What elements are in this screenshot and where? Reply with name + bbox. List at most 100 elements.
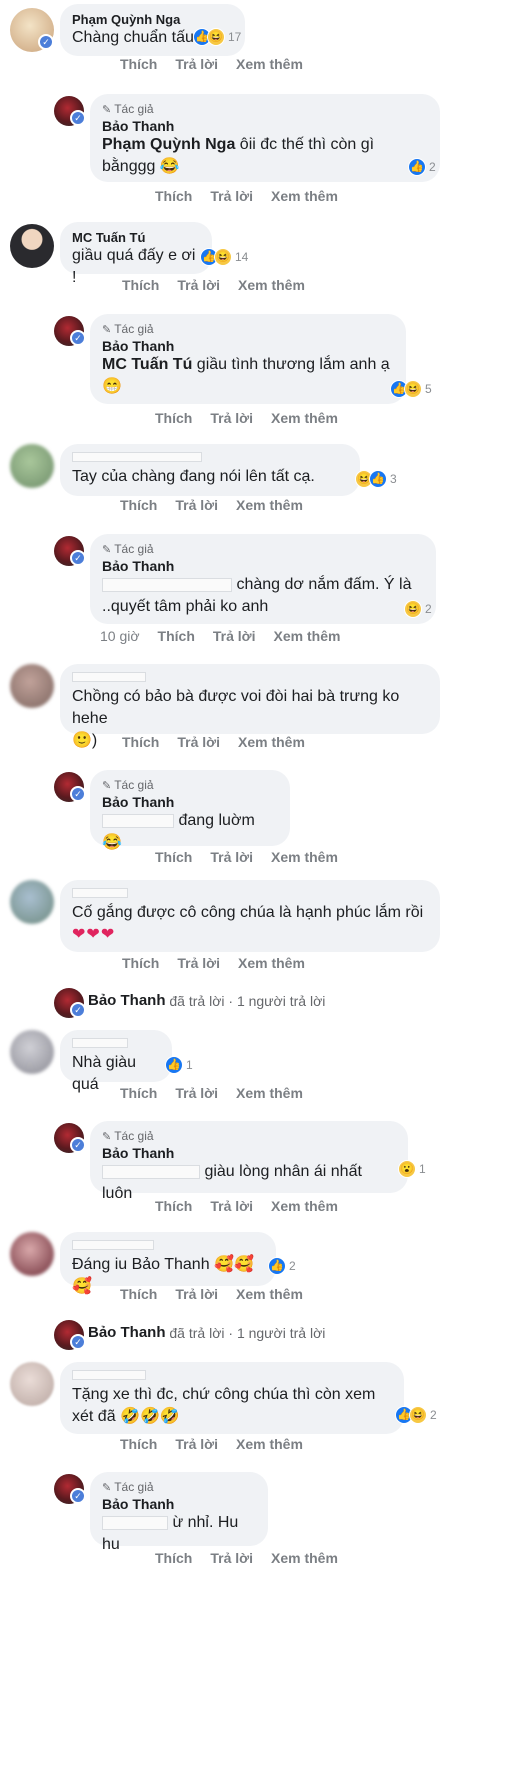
see-more-button[interactable]: Xem thêm (236, 56, 303, 72)
like-button[interactable]: Thích (120, 1436, 157, 1452)
see-more-button[interactable]: Xem thêm (271, 188, 338, 204)
see-more-button[interactable]: Xem thêm (271, 1550, 338, 1566)
reply-button[interactable]: Trả lời (175, 56, 218, 72)
comment-bubble: Cố gắng được cô công chúa là hạnh phúc l… (60, 880, 440, 952)
reaction-count: 2 (425, 602, 432, 616)
avatar[interactable] (10, 1362, 54, 1406)
see-more-button[interactable]: Xem thêm (236, 1286, 303, 1302)
comment-author[interactable]: Bảo Thanh (102, 1145, 396, 1161)
hearts-emoji-icon: ❤❤❤ (72, 926, 116, 943)
reaction-summary[interactable]: 😮 1 (398, 1160, 426, 1178)
comment-actions: Thích Trả lời Xem thêm (122, 955, 305, 971)
like-button[interactable]: Thích (120, 1286, 157, 1302)
reply-button[interactable]: Trả lời (175, 1085, 218, 1101)
reply-button[interactable]: Trả lời (213, 628, 256, 644)
avatar[interactable] (10, 1030, 54, 1074)
comment-bubble: Đáng iu Bảo Thanh 🥰🥰🥰 (60, 1232, 276, 1295)
comment-bubble: Chồng có bảo bà được voi đòi hai bà trưn… (60, 664, 440, 749)
comment-author[interactable]: MC Tuấn Tú (72, 230, 200, 245)
comment-author[interactable]: Bảo Thanh (102, 558, 424, 574)
reply-button[interactable]: Trả lời (210, 1198, 253, 1214)
author-label: ✎ Tác giả (102, 542, 154, 556)
like-button[interactable]: Thích (122, 734, 159, 750)
reaction-count: 17 (228, 30, 242, 44)
see-more-button[interactable]: Xem thêm (271, 1198, 338, 1214)
reaction-summary[interactable]: 👍 😆 2 (395, 1406, 437, 1424)
reply-button[interactable]: Trả lời (175, 1286, 218, 1302)
avatar[interactable] (10, 224, 54, 268)
reaction-summary[interactable]: 👍 1 (165, 1056, 193, 1074)
see-more-button[interactable]: Xem thêm (271, 410, 338, 426)
reaction-summary[interactable]: 👍 😆 14 (200, 248, 248, 266)
comment-bubble: Nhà giàu quá (60, 1030, 172, 1093)
reaction-count: 5 (425, 382, 432, 396)
comment-text: Tay của chàng đang nói lên tất cạ. (72, 468, 315, 485)
comment-actions: Thích Trả lời Xem thêm (155, 1198, 338, 1214)
see-more-button[interactable]: Xem thêm (238, 277, 305, 293)
comment-actions: Thích Trả lời Xem thêm (120, 1085, 303, 1101)
comment-author[interactable]: Bảo Thanh (88, 1324, 166, 1341)
timestamp[interactable]: 10 giờ (100, 628, 140, 644)
reply-button[interactable]: Trả lời (210, 410, 253, 426)
like-button[interactable]: Thích (120, 497, 157, 513)
reaction-count: 14 (235, 250, 249, 264)
reply-button[interactable]: Trả lời (210, 1550, 253, 1566)
comment-author[interactable]: Bảo Thanh (102, 118, 428, 134)
replies-summary[interactable]: Bảo Thanh đã trả lời · 1 người trả lời (88, 992, 325, 1009)
reaction-summary[interactable]: 👍 2 (268, 1257, 296, 1275)
reply-bubble: ✎ Tác giả Bảo Thanh đang luờm 😂 (90, 770, 290, 851)
like-button[interactable]: Thích (158, 628, 195, 644)
like-button[interactable]: Thích (120, 1085, 157, 1101)
reply-button[interactable]: Trả lời (175, 497, 218, 513)
see-more-button[interactable]: Xem thêm (274, 628, 341, 644)
reaction-summary[interactable]: 👍 😆 17 (193, 28, 241, 46)
haha-reaction-icon: 😆 (404, 380, 422, 398)
mention-tag[interactable]: MC Tuấn Tú (102, 356, 192, 373)
avatar[interactable] (10, 444, 54, 488)
see-more-button[interactable]: Xem thêm (236, 1436, 303, 1452)
reply-button[interactable]: Trả lời (177, 734, 220, 750)
see-more-button[interactable]: Xem thêm (236, 497, 303, 513)
like-button[interactable]: Thích (122, 955, 159, 971)
see-more-button[interactable]: Xem thêm (238, 955, 305, 971)
avatar[interactable] (10, 664, 54, 708)
comment-actions: Thích Trả lời Xem thêm (155, 410, 338, 426)
like-button[interactable]: Thích (155, 1550, 192, 1566)
see-more-button[interactable]: Xem thêm (238, 734, 305, 750)
like-button[interactable]: Thích (155, 849, 192, 865)
comment-actions: Thích Trả lời Xem thêm (122, 734, 305, 750)
hidden-text (102, 813, 174, 828)
reaction-summary[interactable]: 👍 😆 5 (390, 380, 432, 398)
grinning-emoji-icon: 😁 (102, 378, 122, 395)
verified-badge-icon: ✓ (70, 110, 86, 126)
like-button[interactable]: Thích (155, 1198, 192, 1214)
see-more-button[interactable]: Xem thêm (271, 849, 338, 865)
replies-summary[interactable]: Bảo Thanh đã trả lời · 1 người trả lời (88, 1324, 325, 1341)
like-button[interactable]: Thích (155, 410, 192, 426)
haha-reaction-icon: 😆 (207, 28, 225, 46)
comment-text: MC Tuấn Tú giầu tình thương lắm anh ạ 😁 (102, 356, 390, 395)
comment-author[interactable]: Bảo Thanh (102, 794, 278, 810)
like-button[interactable]: Thích (120, 56, 157, 72)
comment-actions: Thích Trả lời Xem thêm (120, 56, 303, 72)
reply-button[interactable]: Trả lời (175, 1436, 218, 1452)
comment-author[interactable]: Bảo Thanh (102, 1496, 256, 1512)
reaction-summary[interactable]: 😆 2 (404, 600, 432, 618)
comment-author[interactable]: Bảo Thanh (102, 338, 394, 354)
reply-button[interactable]: Trả lời (177, 277, 220, 293)
reply-button[interactable]: Trả lời (210, 188, 253, 204)
reaction-summary[interactable]: 😆 👍 3 (355, 470, 397, 488)
like-button[interactable]: Thích (122, 277, 159, 293)
verified-badge-icon: ✓ (70, 786, 86, 802)
comment-author[interactable]: Phạm Quỳnh Nga (72, 12, 233, 27)
mention-tag[interactable]: Phạm Quỳnh Nga (102, 136, 235, 153)
reaction-summary[interactable]: 👍 2 (408, 158, 436, 176)
hidden-name (72, 672, 146, 682)
avatar[interactable] (10, 880, 54, 924)
see-more-button[interactable]: Xem thêm (236, 1085, 303, 1101)
reply-button[interactable]: Trả lời (210, 849, 253, 865)
comment-author[interactable]: Bảo Thanh (88, 992, 166, 1009)
avatar[interactable] (10, 1232, 54, 1276)
reply-button[interactable]: Trả lời (177, 955, 220, 971)
like-button[interactable]: Thích (155, 188, 192, 204)
